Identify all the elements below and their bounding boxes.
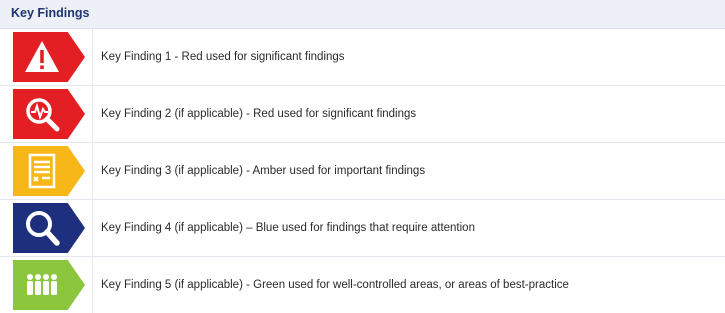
- document-form-icon: [28, 153, 56, 189]
- finding-5-label: Key Finding 5 (if applicable) - Green us…: [101, 279, 569, 291]
- finding-3-label: Key Finding 3 (if applicable) - Amber us…: [101, 165, 426, 177]
- finding-1-label: Key Finding 1 - Red used for significant…: [101, 51, 345, 63]
- people-group-icon: [27, 274, 57, 295]
- finding-2-chip: [13, 89, 85, 139]
- key-findings-panel: Key Findings Key Finding 1 - Red used fo…: [0, 0, 725, 313]
- magnifier-icon: [26, 211, 60, 246]
- finding-row-2: Key Finding 2 (if applicable) - Red used…: [0, 86, 725, 143]
- finding-row-1: Key Finding 1 - Red used for significant…: [0, 29, 725, 86]
- finding-4-chip: [13, 203, 85, 253]
- finding-4-label: Key Finding 4 (if applicable) – Blue use…: [101, 222, 475, 234]
- finding-2-label: Key Finding 2 (if applicable) - Red used…: [101, 108, 417, 120]
- finding-row-4: Key Finding 4 (if applicable) – Blue use…: [0, 200, 725, 257]
- finding-3-chip: [13, 146, 85, 196]
- finding-row-5: Key Finding 5 (if applicable) - Green us…: [0, 257, 725, 313]
- warning-triangle-icon: [25, 41, 59, 72]
- finding-5-chip: [13, 260, 85, 310]
- panel-header: Key Findings: [0, 0, 725, 29]
- panel-title: Key Findings: [11, 6, 90, 20]
- magnifier-pulse-icon: [26, 98, 60, 132]
- finding-1-chip: [13, 32, 85, 82]
- finding-row-3: Key Finding 3 (if applicable) - Amber us…: [0, 143, 725, 200]
